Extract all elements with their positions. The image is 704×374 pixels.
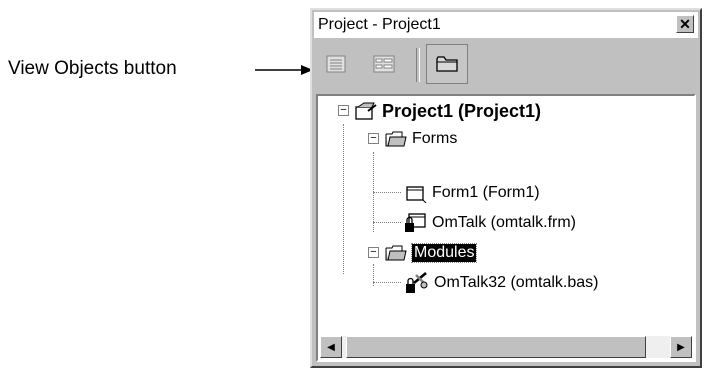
tree-node-label: Form1 (Form1) — [432, 184, 540, 201]
scroll-thumb[interactable] — [346, 336, 646, 358]
tree-node-forms[interactable]: Forms — [384, 126, 457, 152]
tree-node-form1[interactable]: Form1 (Form1) — [404, 180, 540, 206]
scroll-right-button[interactable]: ▶ — [670, 336, 692, 358]
forms-expander[interactable]: − — [368, 133, 379, 144]
title-bar[interactable]: Project - Project1 ✕ — [314, 12, 698, 38]
tree-node-label: OmTalk (omtalk.frm) — [432, 214, 576, 231]
tree-connector — [373, 222, 401, 223]
tree-node-label: Forms — [412, 130, 458, 147]
callout-label: View Objects button — [8, 58, 177, 79]
tree-node-omtalk32[interactable]: OmTalk32 (omtalk.bas) — [404, 270, 599, 296]
form-locked-icon — [405, 213, 426, 232]
horizontal-scrollbar[interactable]: ◀ ▶ — [320, 336, 692, 358]
project-explorer-window: Project - Project1 ✕ − Project1 (Project… — [310, 8, 702, 368]
right-arrow-icon: ▶ — [677, 341, 685, 353]
view-code-icon — [326, 55, 346, 73]
tree-node-modules[interactable]: Modules — [384, 240, 478, 266]
modules-expander[interactable]: − — [368, 247, 379, 258]
window-title: Project - Project1 — [318, 16, 441, 33]
view-code-button[interactable] — [324, 52, 348, 76]
module-locked-icon — [406, 272, 428, 293]
folder-icon — [436, 56, 458, 72]
form-icon — [406, 186, 427, 203]
close-icon: ✕ — [679, 15, 691, 32]
tree-node-label: Project1 (Project1) — [382, 100, 542, 121]
project-tree[interactable]: − Project1 (Project1) − Forms Form1 (For… — [316, 94, 696, 362]
tree-connector — [373, 282, 401, 283]
scroll-left-button[interactable]: ◀ — [320, 336, 342, 358]
tree-connector — [343, 124, 344, 274]
toolbar — [314, 40, 698, 90]
tree-node-omtalk[interactable]: OmTalk (omtalk.frm) — [404, 210, 576, 236]
tree-node-label: Modules — [410, 243, 478, 263]
view-object-button[interactable] — [372, 52, 396, 76]
project-icon — [355, 102, 377, 120]
view-object-icon — [373, 55, 395, 73]
tree-connector — [373, 192, 401, 193]
left-arrow-icon: ◀ — [327, 341, 335, 353]
callout-arrow — [255, 65, 313, 75]
tree-node-label: OmTalk32 (omtalk.bas) — [434, 274, 599, 291]
tree-node-project[interactable]: Project1 (Project1) — [354, 98, 541, 124]
close-button[interactable]: ✕ — [676, 15, 694, 33]
open-folder-icon — [385, 131, 407, 147]
toggle-folders-button[interactable] — [426, 44, 468, 84]
open-folder-icon — [385, 245, 407, 261]
project-expander[interactable]: − — [338, 105, 349, 116]
toolbar-separator — [416, 48, 420, 82]
